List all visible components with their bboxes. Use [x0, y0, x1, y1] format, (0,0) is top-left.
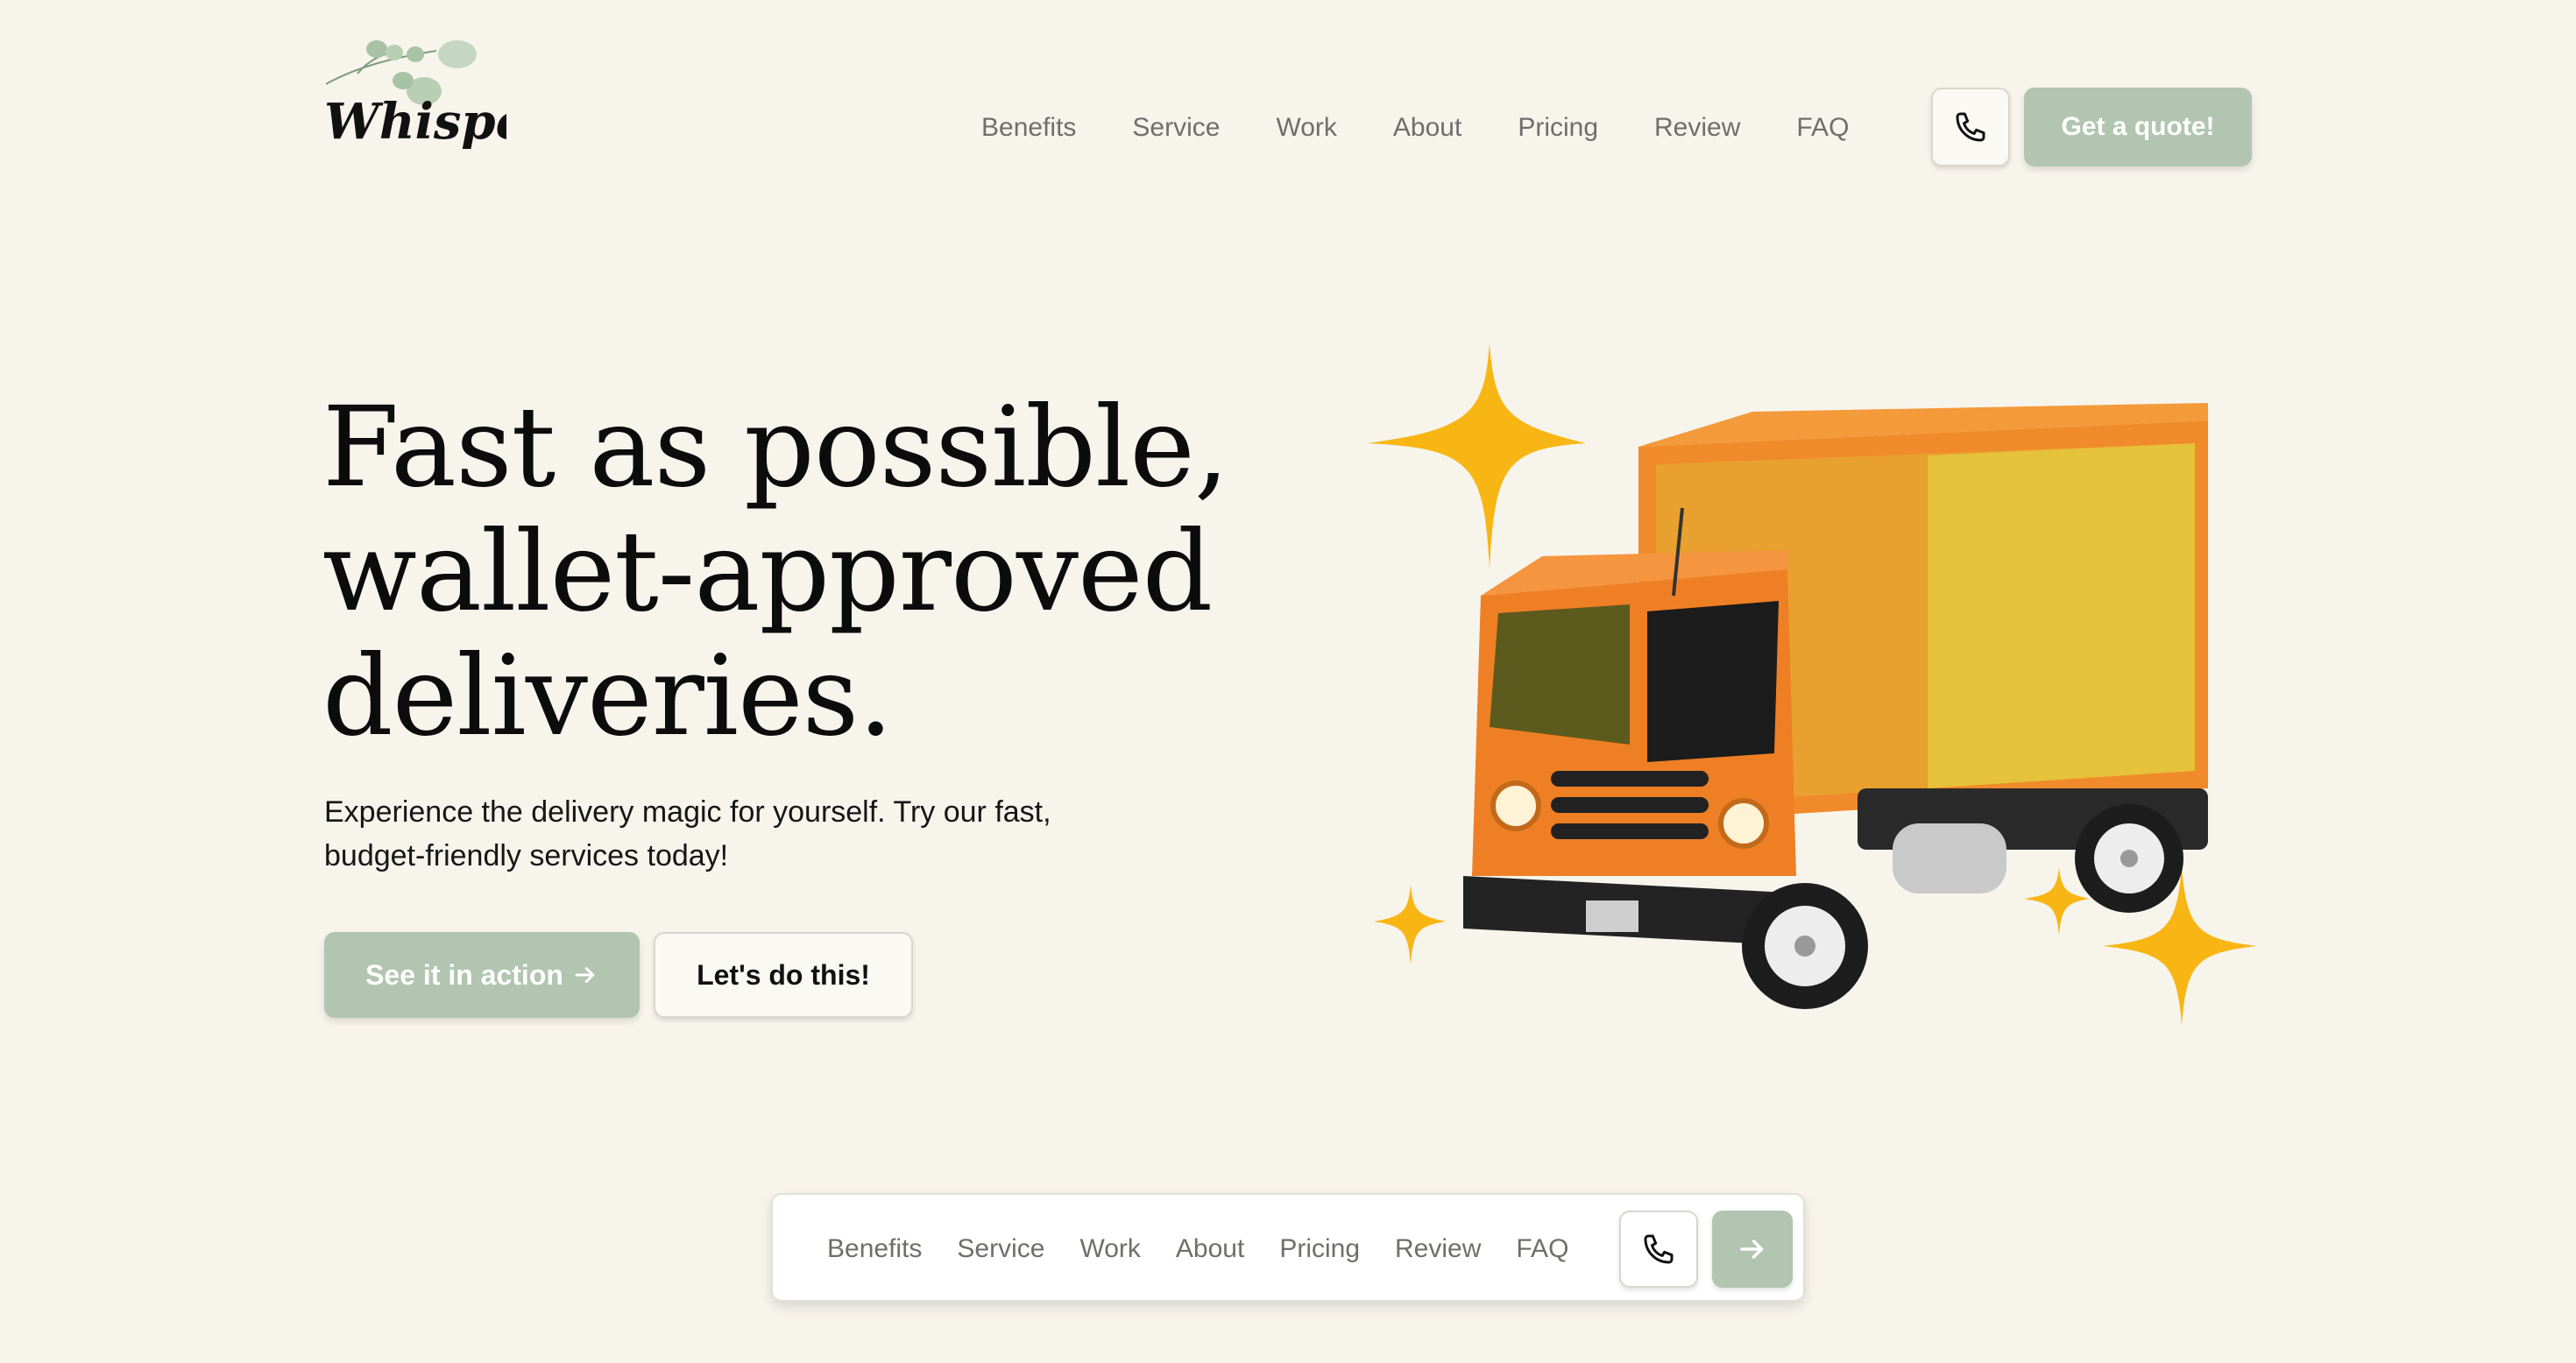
- get-quote-button[interactable]: Get a quote!: [2024, 88, 2252, 166]
- floating-nav-bar: Benefits Service Work About Pricing Revi…: [771, 1193, 1805, 1302]
- floating-phone-button[interactable]: [1619, 1211, 1698, 1288]
- phone-button[interactable]: [1931, 88, 2010, 166]
- phone-icon: [1956, 112, 1985, 142]
- floating-arrow-button[interactable]: [1712, 1211, 1793, 1288]
- top-nav: Benefits Service Work About Pricing Revi…: [981, 103, 1849, 152]
- hero-title-line: Fast as possible,: [322, 383, 1229, 512]
- hero-subtitle: Experience the delivery magic for yourse…: [324, 790, 1130, 878]
- logo-leaves-icon: Whisper: [324, 40, 506, 151]
- delivery-truck-icon: [1367, 343, 2257, 1025]
- nav-review[interactable]: Review: [1654, 103, 1740, 152]
- hero-title-line: wallet-approved: [322, 507, 1213, 636]
- hero-subtitle-line: Experience the delivery magic for yourse…: [324, 795, 1051, 829]
- hero-title-line: deliveries.: [322, 632, 893, 760]
- arrow-right-icon: [575, 967, 595, 983]
- logo-wordmark: Whisper: [324, 93, 506, 151]
- phone-icon: [1644, 1234, 1674, 1264]
- nav-about[interactable]: About: [1393, 103, 1461, 152]
- floating-nav-benefits[interactable]: Benefits: [827, 1234, 922, 1264]
- nav-benefits[interactable]: Benefits: [981, 103, 1076, 152]
- see-it-in-action-label: See it in action: [365, 958, 563, 991]
- nav-work[interactable]: Work: [1276, 103, 1336, 152]
- floating-nav-work[interactable]: Work: [1079, 1234, 1140, 1264]
- floating-nav-about[interactable]: About: [1176, 1234, 1244, 1264]
- floating-nav: Benefits Service Work About Pricing Revi…: [827, 1195, 1568, 1303]
- hero-title: Fast as possible, wallet-approved delive…: [322, 385, 1286, 759]
- sparkle-icon: [1374, 885, 1446, 965]
- logo[interactable]: Whisper: [322, 32, 506, 163]
- floating-nav-faq[interactable]: FAQ: [1516, 1234, 1568, 1264]
- floating-nav-review[interactable]: Review: [1395, 1234, 1481, 1264]
- hero-subtitle-line: budget-friendly services today!: [324, 839, 729, 872]
- delivery-truck-illustration: [1367, 333, 2261, 1034]
- sparkle-icon: [1367, 343, 1586, 569]
- arrow-right-icon: [1740, 1239, 1764, 1259]
- floating-nav-service[interactable]: Service: [957, 1234, 1044, 1264]
- lets-do-this-button[interactable]: Let's do this!: [654, 932, 913, 1018]
- nav-pricing[interactable]: Pricing: [1518, 103, 1598, 152]
- see-it-in-action-button[interactable]: See it in action: [324, 932, 640, 1018]
- page: Whisper Benefits Service Work About Pric…: [0, 0, 2576, 1363]
- nav-service[interactable]: Service: [1132, 103, 1220, 152]
- nav-faq[interactable]: FAQ: [1796, 103, 1849, 152]
- floating-nav-pricing[interactable]: Pricing: [1279, 1234, 1360, 1264]
